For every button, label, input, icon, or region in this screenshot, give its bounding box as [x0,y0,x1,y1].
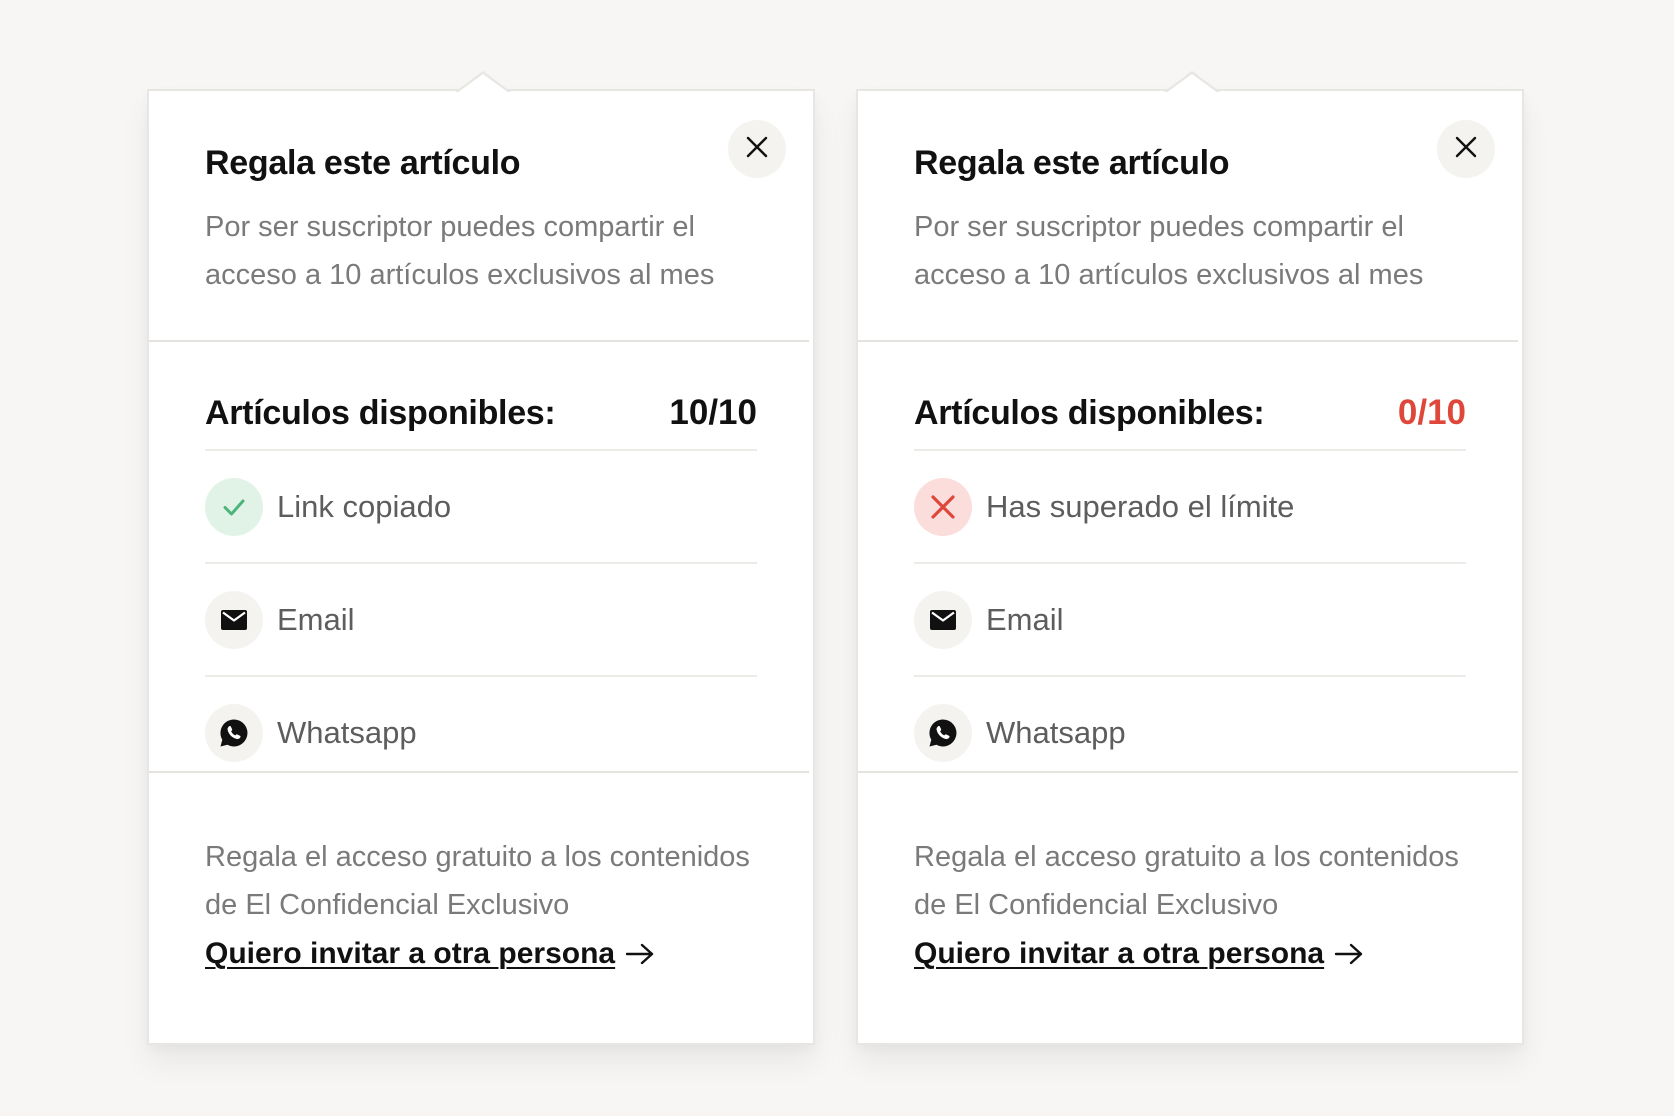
available-articles-label: Artículos disponibles: [914,393,1265,432]
whatsapp-label: Whatsapp [986,714,1126,750]
popover-subtitle: Por ser suscriptor puedes compartir el a… [205,211,715,291]
limit-exceeded-label: Has superado el límite [986,488,1295,524]
invite-link-label: Quiero invitar a otra persona [205,937,616,970]
divider [858,340,1518,342]
email-option[interactable]: Email [914,562,1466,675]
copy-link-option[interactable]: Link copiado [205,449,757,562]
popover-title: Regala este artículo [205,144,521,182]
available-articles-count: 0/10 [1397,393,1466,432]
available-articles-row: Artículos disponibles: 0/10 [914,375,1466,451]
divider [149,771,809,773]
footer-description: Regala el acceso gratuito a los contenid… [914,841,1459,921]
email-label: Email [986,601,1064,637]
invite-link-label: Quiero invitar a otra persona [914,937,1325,970]
share-options-list: Link copiado Email Whatsapp [205,449,757,788]
available-articles-count: 10/10 [669,393,757,432]
popover-header: Regala este artículo Por ser suscriptor … [914,143,1466,299]
available-articles-row: Artículos disponibles: 10/10 [205,375,757,451]
divider [858,771,1518,773]
copy-link-label: Link copiado [277,488,452,524]
x-icon [914,477,972,536]
gift-article-popover-available: Regala este artículo Por ser suscriptor … [147,71,815,1045]
mail-icon [205,590,263,649]
whatsapp-icon [205,703,263,762]
mail-icon [914,590,972,649]
limit-exceeded-option: Has superado el límite [914,449,1466,562]
invite-link[interactable]: Quiero invitar a otra persona [205,937,655,971]
email-label: Email [277,601,355,637]
available-articles-label: Artículos disponibles: [205,393,556,432]
popover-subtitle: Por ser suscriptor puedes compartir el a… [914,211,1424,291]
popover-footer: Regala el acceso gratuito a los contenid… [914,833,1482,971]
popover-title: Regala este artículo [914,144,1230,182]
email-option[interactable]: Email [205,562,757,675]
whatsapp-label: Whatsapp [277,714,417,750]
whatsapp-icon [914,703,972,762]
gift-article-popover-limit-reached: Regala este artículo Por ser suscriptor … [856,71,1524,1045]
invite-link[interactable]: Quiero invitar a otra persona [914,937,1364,971]
share-options-list: Has superado el límite Email Whatsapp [914,449,1466,788]
popover-footer: Regala el acceso gratuito a los contenid… [205,833,773,971]
check-icon [205,477,263,536]
arrow-right-icon [1334,942,1364,966]
divider [149,340,809,342]
arrow-right-icon [625,942,655,966]
popover-header: Regala este artículo Por ser suscriptor … [205,143,757,299]
background: Regala este artículo Por ser suscriptor … [0,0,1674,1116]
footer-description: Regala el acceso gratuito a los contenid… [205,841,750,921]
